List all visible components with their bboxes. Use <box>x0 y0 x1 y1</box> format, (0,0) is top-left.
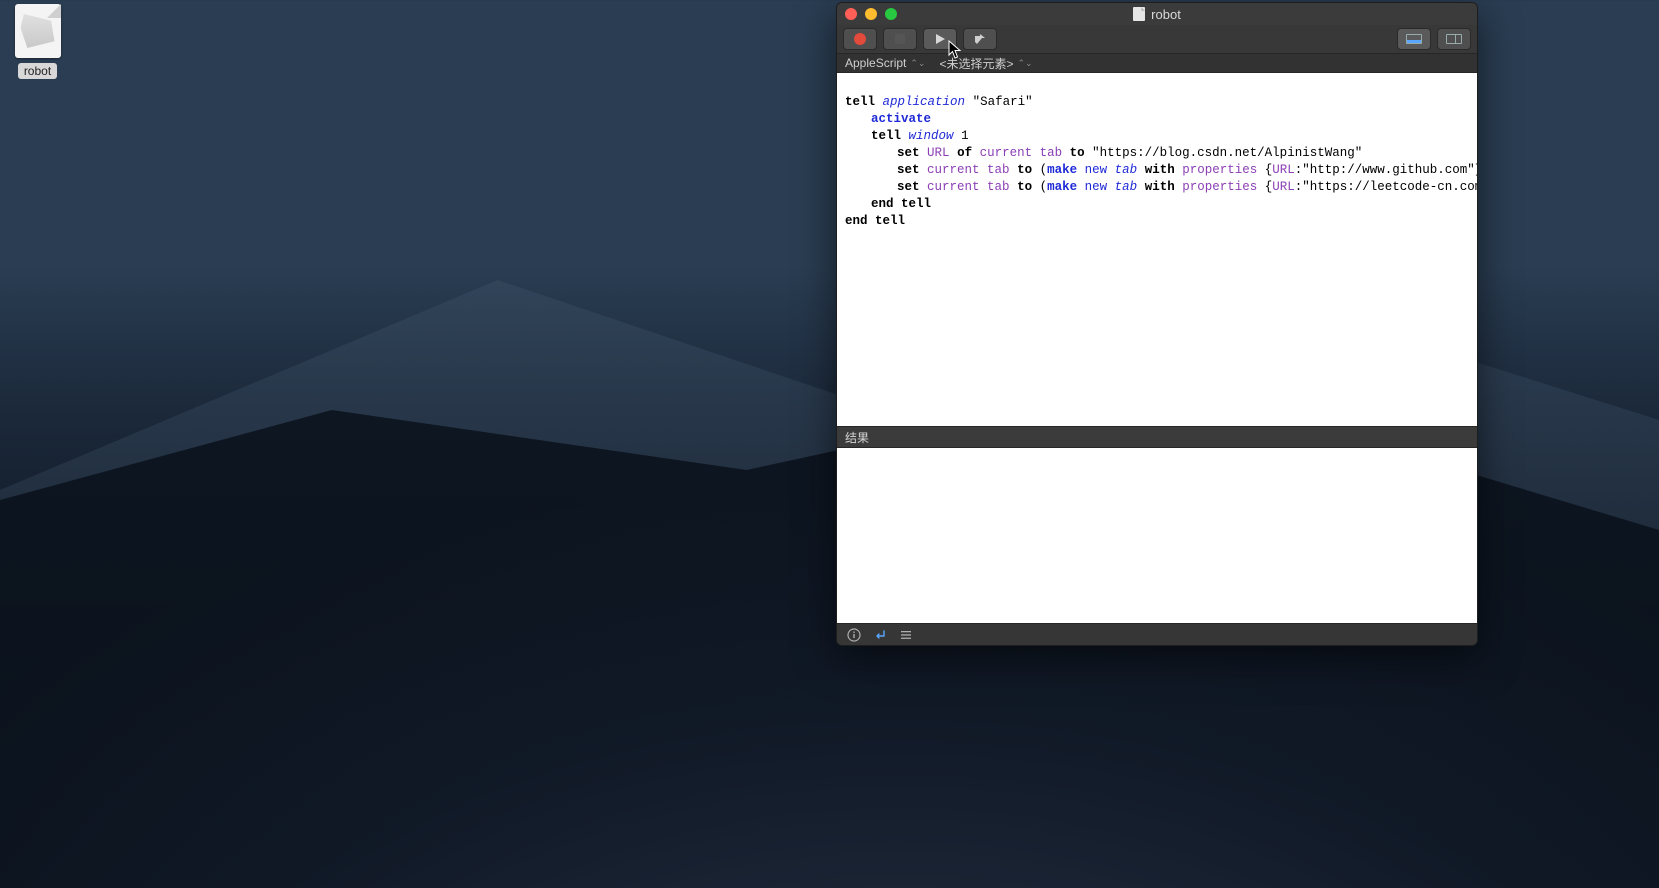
description-tab-button[interactable] <box>847 628 861 642</box>
show-log-view-button[interactable] <box>1437 28 1471 50</box>
code-line-3: tell window 1 <box>845 129 969 143</box>
stop-icon <box>895 34 905 44</box>
language-picker[interactable]: AppleScript ⌃⌄ <box>845 56 925 70</box>
return-icon <box>873 628 887 642</box>
result-header-label: 结果 <box>845 429 869 446</box>
status-bar <box>837 623 1477 645</box>
split-view-icon <box>1446 34 1462 44</box>
desktop-file-robot[interactable]: robot <box>10 4 65 80</box>
document-icon <box>1133 7 1145 21</box>
result-pane[interactable] <box>837 448 1477 623</box>
window-title: robot <box>837 7 1477 22</box>
result-tab-button[interactable] <box>873 628 887 642</box>
window-title-text: robot <box>1151 7 1181 22</box>
compile-button[interactable] <box>963 28 997 50</box>
navigation-bar: AppleScript ⌃⌄ <未选择元素> ⌃⌄ <box>837 53 1477 73</box>
record-button[interactable] <box>843 28 877 50</box>
stop-button[interactable] <box>883 28 917 50</box>
result-pane-header: 结果 <box>837 426 1477 448</box>
code-line-1: tell application "Safari" <box>845 95 1033 109</box>
script-file-icon <box>15 4 61 58</box>
language-label: AppleScript <box>845 56 906 70</box>
script-editor-window: robot AppleScript ⌃⌄ <未选择元素> ⌃⌄ tell <box>836 2 1478 646</box>
show-result-view-button[interactable] <box>1397 28 1431 50</box>
code-line-5: set current tab to (make new tab with pr… <box>845 163 1477 177</box>
chevron-updown-icon: ⌃⌄ <box>1018 58 1033 69</box>
element-label: <未选择元素> <box>939 55 1013 72</box>
window-titlebar[interactable]: robot <box>837 3 1477 25</box>
code-line-6: set current tab to (make new tab with pr… <box>845 180 1477 194</box>
chevron-updown-icon: ⌃⌄ <box>910 58 925 69</box>
list-icon <box>899 628 913 642</box>
code-line-7: end tell <box>845 197 931 211</box>
record-icon <box>854 33 866 45</box>
code-editor[interactable]: tell application "Safari" activate tell … <box>837 73 1477 426</box>
applescript-scroll-glyph <box>21 14 55 48</box>
code-line-8: end tell <box>845 214 905 228</box>
play-icon <box>934 33 946 45</box>
info-icon <box>847 628 861 642</box>
log-tab-button[interactable] <box>899 628 913 642</box>
hammer-icon <box>974 33 986 45</box>
result-view-icon <box>1406 34 1422 44</box>
toolbar <box>837 25 1477 53</box>
desktop-file-label: robot <box>18 63 57 79</box>
run-button[interactable] <box>923 28 957 50</box>
code-line-2: activate <box>845 112 931 126</box>
element-picker[interactable]: <未选择元素> ⌃⌄ <box>939 55 1032 72</box>
code-line-4: set URL of current tab to "https://blog.… <box>845 146 1362 160</box>
